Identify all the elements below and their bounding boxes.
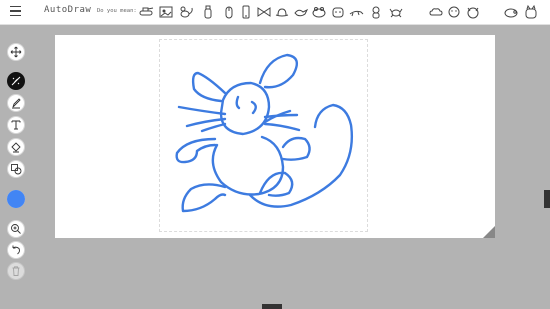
face-icon	[448, 6, 460, 18]
suggestion-pig[interactable]	[502, 3, 520, 21]
undo-icon	[12, 245, 20, 255]
autodraw-icon	[11, 76, 21, 86]
suggestion-mouse[interactable]	[177, 3, 195, 21]
suggestion-bear[interactable]	[367, 3, 385, 21]
suggestion-bottle[interactable]	[199, 3, 217, 21]
suggestion-bowtie[interactable]	[255, 3, 273, 21]
bowtie-icon	[257, 7, 271, 17]
lizard-icon	[349, 10, 364, 17]
suggestion-crab[interactable]	[387, 3, 405, 21]
top-bar: AutoDraw Do you mean:	[0, 0, 550, 25]
phone-icon	[242, 5, 250, 19]
suggestion-bird[interactable]	[292, 3, 310, 21]
left-toolbar	[7, 40, 27, 280]
suggestion-tank[interactable]	[137, 3, 155, 21]
suggestion-label: Do you mean:	[97, 8, 137, 14]
suggestion-frog[interactable]	[310, 3, 328, 21]
shape-tool-button[interactable]	[7, 160, 25, 178]
mouse-doodle-icon	[180, 6, 193, 18]
bear-icon	[372, 6, 380, 19]
text-tool-icon	[11, 120, 21, 130]
bottom-scroll-handle[interactable]	[262, 304, 282, 309]
draw-tool-button[interactable]	[7, 94, 25, 112]
suggestion-cow[interactable]	[329, 3, 347, 21]
drawing-canvas[interactable]	[55, 35, 495, 238]
undo-button[interactable]	[7, 241, 25, 259]
cat-face-icon	[467, 7, 479, 19]
type-tool-button[interactable]	[7, 116, 25, 134]
color-picker-button[interactable]	[7, 190, 25, 208]
frog-icon	[312, 7, 326, 18]
color-swatch	[7, 190, 25, 208]
zoom-in-icon	[11, 224, 21, 234]
shapes-icon	[11, 164, 22, 175]
bottle-icon	[204, 5, 212, 19]
cat-icon	[525, 4, 537, 19]
hamburger-menu-icon[interactable]	[10, 6, 21, 17]
hat-icon	[275, 8, 289, 17]
suggestion-cloud[interactable]	[427, 3, 445, 21]
fill-bucket-icon	[11, 142, 21, 153]
suggestion-computer-mouse[interactable]	[220, 3, 238, 21]
zoom-button[interactable]	[7, 220, 25, 238]
suggestion-hat[interactable]	[273, 3, 291, 21]
right-scroll-handle[interactable]	[544, 190, 550, 208]
suggestion-phone[interactable]	[237, 3, 255, 21]
suggestion-lizard[interactable]	[347, 3, 365, 21]
trash-icon	[12, 266, 20, 276]
select-tool-button[interactable]	[7, 43, 25, 61]
fill-tool-button[interactable]	[7, 138, 25, 156]
crab-icon	[389, 8, 403, 18]
tank-icon	[139, 7, 154, 16]
autodraw-tool-button[interactable]	[7, 72, 25, 90]
pencil-icon	[12, 98, 21, 109]
suggestion-cat-face[interactable]	[464, 3, 482, 21]
move-arrows-icon	[10, 46, 22, 58]
suggestion-face[interactable]	[445, 3, 463, 21]
app-title: AutoDraw	[44, 5, 92, 15]
mouse-drawing	[175, 53, 354, 213]
pig-icon	[504, 8, 518, 18]
cow-face-icon	[332, 7, 344, 18]
canvas-resize-handle[interactable]	[483, 226, 495, 238]
delete-button[interactable]	[7, 262, 25, 280]
bird-icon	[294, 8, 309, 17]
computer-mouse-icon	[225, 6, 233, 19]
suggestion-photo[interactable]	[157, 3, 175, 21]
photo-icon	[159, 6, 173, 18]
cloud-icon	[429, 8, 443, 16]
suggestion-cat[interactable]	[522, 3, 540, 21]
